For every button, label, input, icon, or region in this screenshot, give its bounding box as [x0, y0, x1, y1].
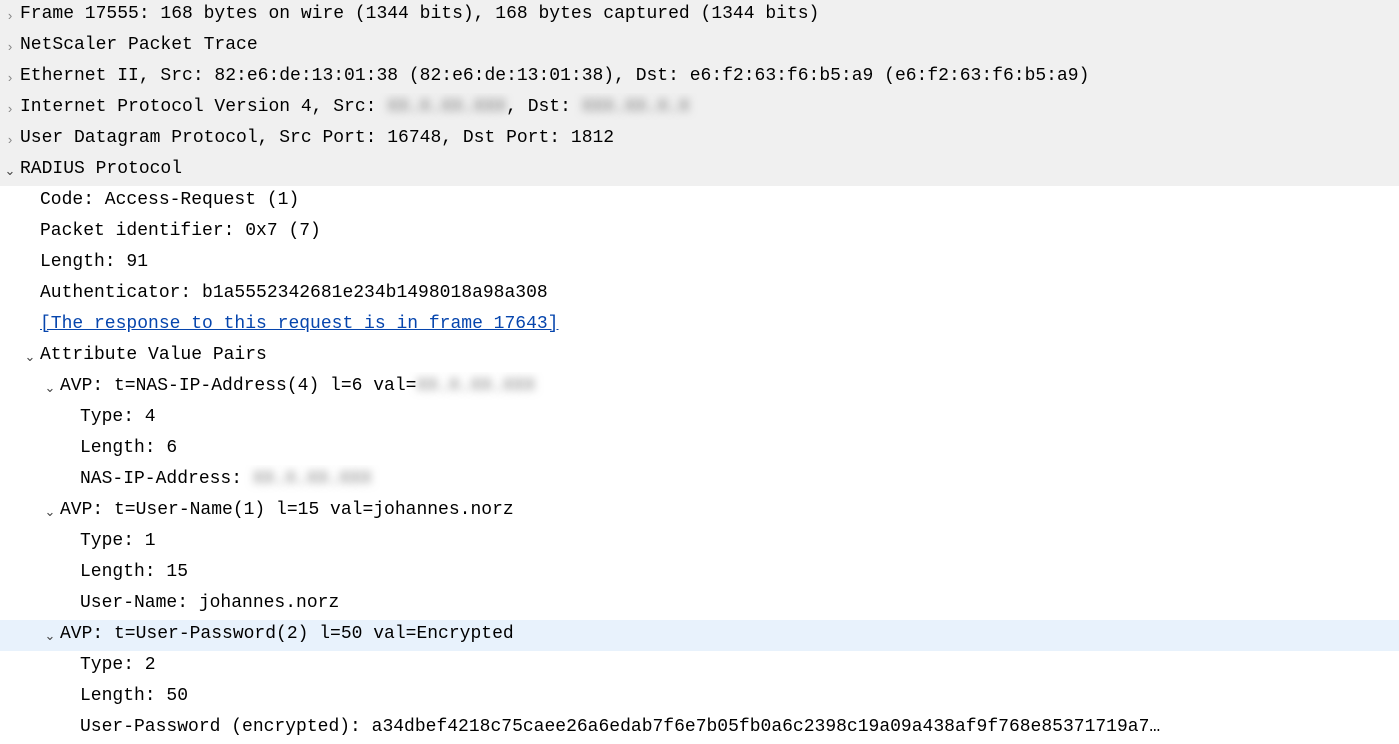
avp-value-label: NAS-IP-Address: [80, 469, 253, 489]
avp-line-masked: XX.X.XX.XXX [416, 376, 535, 396]
ipv4-mid: , Dst: [506, 97, 582, 117]
radius-code[interactable]: Code: Access-Request (1) [40, 186, 1399, 215]
netscaler-summary[interactable]: NetScaler Packet Trace [20, 31, 1399, 60]
frame-summary[interactable]: Frame 17555: 168 bytes on wire (1344 bit… [20, 0, 1399, 29]
avp-row[interactable]: AVP: t=User-Name(1) l=15 val=johannes.no… [60, 496, 1399, 525]
avp-length[interactable]: Length: 50 [80, 682, 1399, 711]
chevron-down-icon[interactable]: ⌄ [20, 341, 40, 372]
avp-length[interactable]: Length: 15 [80, 558, 1399, 587]
radius-header[interactable]: RADIUS Protocol [20, 155, 1399, 184]
avp-value[interactable]: NAS-IP-Address: XX.X.XX.XXX [80, 465, 1399, 494]
chevron-right-icon[interactable]: › [0, 62, 20, 93]
ipv4-summary[interactable]: Internet Protocol Version 4, Src: XX.X.X… [20, 93, 1399, 122]
chevron-right-icon[interactable]: › [0, 31, 20, 62]
chevron-right-icon[interactable]: › [0, 0, 20, 31]
avp-header[interactable]: Attribute Value Pairs [40, 341, 1399, 370]
avp-value[interactable]: User-Name: johannes.norz [80, 589, 1399, 618]
radius-length[interactable]: Length: 91 [40, 248, 1399, 277]
avp-type[interactable]: Type: 1 [80, 527, 1399, 556]
chevron-right-icon[interactable]: › [0, 93, 20, 124]
avp-length[interactable]: Length: 6 [80, 434, 1399, 463]
avp-value[interactable]: User-Password (encrypted): a34dbef4218c7… [80, 713, 1399, 742]
avp-value-masked: XX.X.XX.XXX [253, 469, 372, 489]
radius-pkt-id[interactable]: Packet identifier: 0x7 (7) [40, 217, 1399, 246]
avp-line-prefix: AVP: t=NAS-IP-Address(4) l=6 val= [60, 376, 416, 396]
avp-type[interactable]: Type: 4 [80, 403, 1399, 432]
avp-type[interactable]: Type: 2 [80, 651, 1399, 680]
chevron-right-icon[interactable]: › [0, 124, 20, 155]
chevron-down-icon[interactable]: ⌄ [40, 372, 60, 403]
ipv4-dst-masked: XXX.XX.X.X [582, 97, 690, 117]
chevron-down-icon[interactable]: ⌄ [0, 155, 20, 186]
chevron-down-icon[interactable]: ⌄ [40, 620, 60, 651]
ipv4-src-masked: XX.X.XX.XXX [387, 97, 506, 117]
avp-row[interactable]: AVP: t=NAS-IP-Address(4) l=6 val=XX.X.XX… [60, 372, 1399, 401]
avp-row[interactable]: AVP: t=User-Password(2) l=50 val=Encrypt… [60, 620, 1399, 649]
radius-response-link[interactable]: [The response to this request is in fram… [40, 310, 1399, 339]
ethernet-summary[interactable]: Ethernet II, Src: 82:e6:de:13:01:38 (82:… [20, 62, 1399, 91]
chevron-down-icon[interactable]: ⌄ [40, 496, 60, 527]
radius-authenticator[interactable]: Authenticator: b1a5552342681e234b1498018… [40, 279, 1399, 308]
ipv4-prefix: Internet Protocol Version 4, Src: [20, 97, 387, 117]
udp-summary[interactable]: User Datagram Protocol, Src Port: 16748,… [20, 124, 1399, 153]
